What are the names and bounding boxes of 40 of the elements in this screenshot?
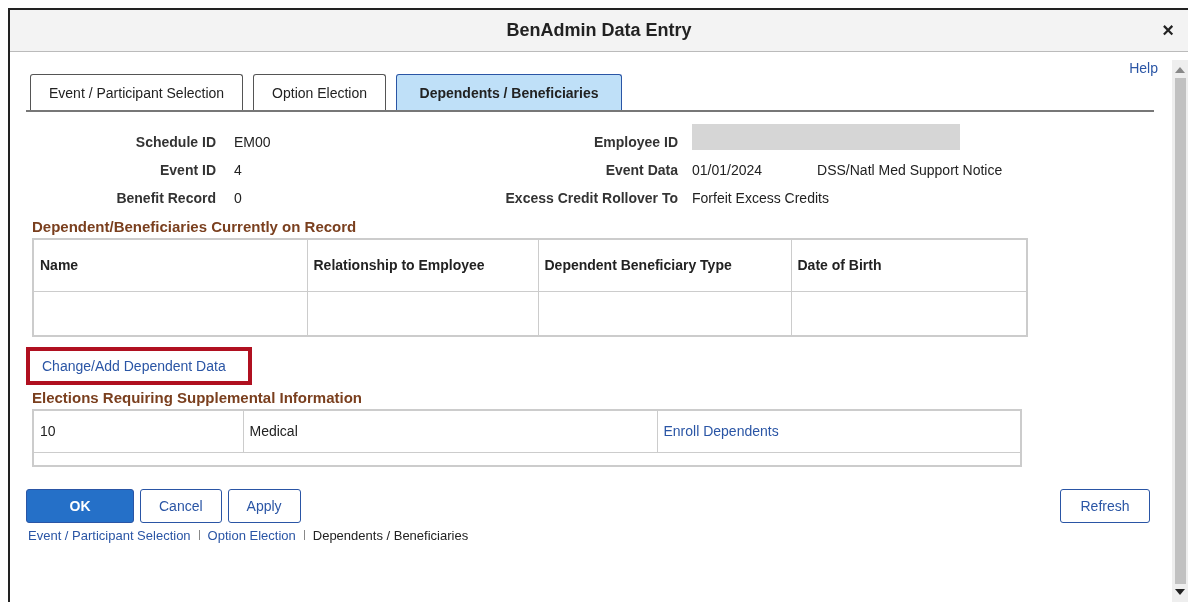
tab[interactable]: Option Election [253,74,387,110]
refresh-button[interactable]: Refresh [1060,489,1150,523]
field-label: Benefit Record [115,190,216,207]
tab[interactable]: Event / Participant Selection [30,74,244,110]
scroll-thumb[interactable] [1174,78,1186,584]
change-dependent-link[interactable]: Change/Add Dependent Data [42,358,226,374]
section-title: Dependent/Beneficiaries Currently on Record [31,218,358,237]
separator-icon [303,530,305,540]
table-cell: Medical [243,410,657,452]
close-button[interactable]: × [1158,20,1178,40]
field-label: Event ID [159,162,216,179]
field-label: Employee ID [592,134,678,151]
action-button[interactable]: Apply [227,489,301,523]
field-label: Excess Credit Rollover To [504,190,678,207]
field-label: Schedule ID [134,134,216,151]
scroll-down-icon[interactable] [1174,588,1186,596]
field-value: 0 [234,190,243,207]
field-value: 01/01/2024 [692,162,763,179]
enroll-dependents-link[interactable]: Enroll Dependents [663,423,779,440]
field-value: Forfeit Excess Credits [692,190,829,207]
tab[interactable]: Dependents / Beneficiaries [396,74,623,110]
ok-button[interactable]: OK [26,489,134,523]
field-label: Event Data [604,162,678,179]
scrollbar[interactable] [1172,60,1188,602]
field-value: 4 [234,162,243,179]
help-link[interactable]: Help [1129,60,1158,76]
section-title: Elections Requiring Supplemental Information [31,389,364,408]
column-header: Dependent Beneficiary Type [538,239,791,291]
breadcrumb-link[interactable]: Event / Participant Selection [28,527,191,543]
column-header: Name [33,239,307,291]
scroll-up-icon[interactable] [1174,66,1186,74]
field-value: DSS/Natl Med Support Notice [817,162,1003,179]
table-cell: 10 [33,410,243,452]
separator-icon [198,530,200,540]
column-header: Relationship to Employee [307,239,538,291]
window-title: BenAdmin Data Entry [506,20,692,41]
field-value: EM00 [234,134,272,151]
breadcrumb-current: Dependents / Beneficiaries [312,527,469,543]
breadcrumb-link[interactable]: Option Election [207,527,296,543]
action-button[interactable]: Cancel [140,489,222,523]
